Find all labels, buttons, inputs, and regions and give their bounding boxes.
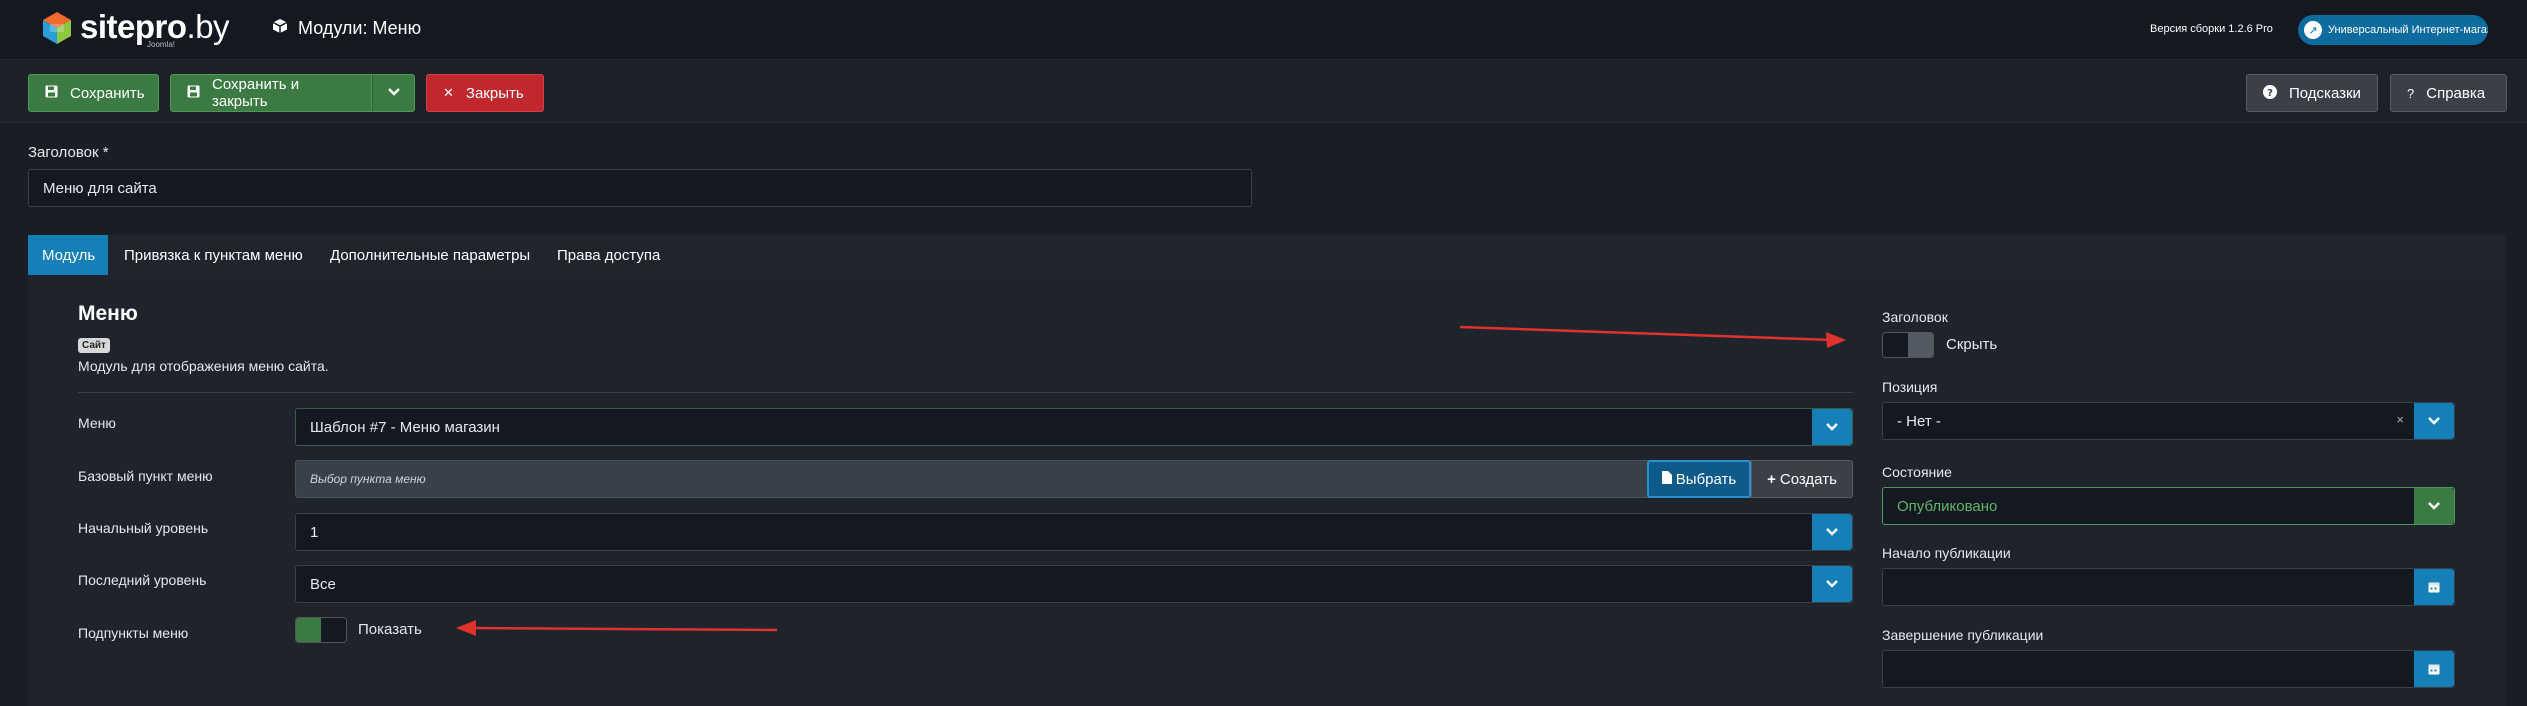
annotation-arrow-subitems <box>456 620 778 636</box>
annotation-arrows <box>456 325 1846 636</box>
annotation-arrow-header <box>1459 325 1846 348</box>
